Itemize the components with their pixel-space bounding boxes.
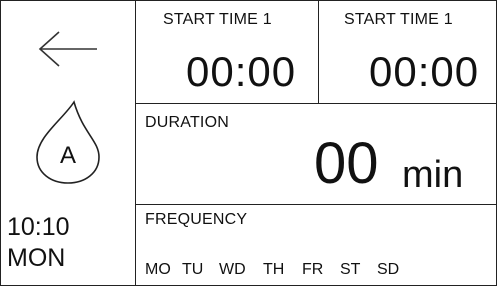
duration-panel[interactable]: DURATION 00 min (136, 104, 496, 205)
start-time-2-label: START TIME 1 (344, 11, 453, 28)
duration-unit: min (402, 154, 464, 196)
day-toggle-sd[interactable]: SD (377, 261, 399, 279)
day-toggle-st[interactable]: ST (340, 261, 360, 279)
sidebar: A 10:10 MON (1, 1, 136, 285)
day-toggle-th[interactable]: TH (263, 261, 284, 279)
start-time-1-panel[interactable]: START TIME 1 00:00 (136, 1, 319, 104)
day-toggle-wd[interactable]: WD (219, 261, 246, 279)
current-time: 10:10 (7, 213, 70, 241)
day-toggle-mo[interactable]: MO (145, 261, 171, 279)
duration-label: DURATION (145, 114, 229, 131)
duration-value[interactable]: 00 (314, 132, 379, 196)
left-arrow-icon (38, 31, 97, 67)
frequency-panel: FREQUENCY MO TU WD TH FR ST SD (136, 205, 496, 285)
start-time-2-panel[interactable]: START TIME 1 00:00 (319, 1, 496, 104)
zone-selector[interactable]: A (33, 99, 103, 185)
start-time-2-value[interactable]: 00:00 (369, 49, 479, 95)
day-toggle-fr[interactable]: FR (302, 261, 323, 279)
zone-letter: A (59, 142, 76, 169)
start-time-1-label: START TIME 1 (163, 11, 272, 28)
irrigation-schedule-screen: A 10:10 MON START TIME 1 00:00 START TIM… (0, 0, 497, 286)
back-button[interactable] (37, 27, 99, 71)
day-toggle-tu[interactable]: TU (182, 261, 203, 279)
start-time-1-value[interactable]: 00:00 (186, 49, 296, 95)
current-day: MON (7, 244, 66, 272)
frequency-label: FREQUENCY (145, 211, 248, 228)
